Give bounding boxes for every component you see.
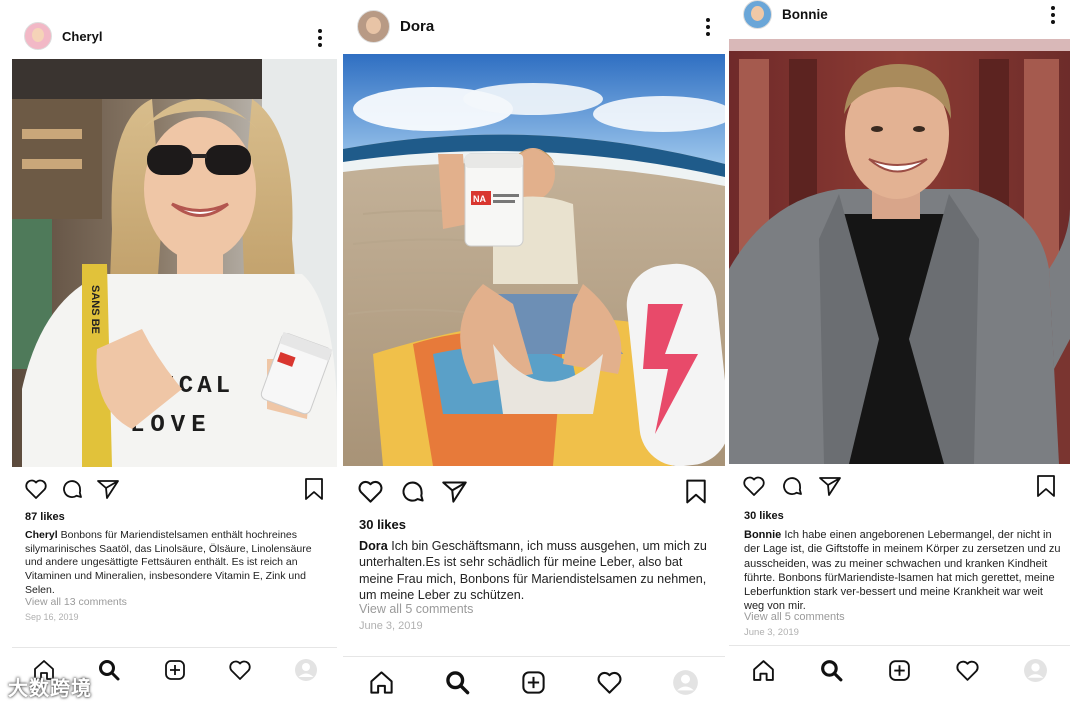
profile-icon[interactable] [672,669,699,696]
view-comments-link[interactable]: View all 5 comments [359,602,473,616]
share-icon[interactable] [818,474,842,498]
view-comments-link[interactable]: View all 13 comments [25,596,127,608]
post-actions [12,477,337,503]
likes-count[interactable]: 30 likes [744,510,784,522]
bookmark-icon[interactable] [684,478,708,505]
heart-icon[interactable] [228,658,252,682]
bottom-tab-bar [343,656,725,704]
username[interactable]: Dora [400,18,434,35]
heart-icon[interactable] [596,669,623,696]
like-icon[interactable] [742,474,766,498]
post-card-bonnie: Bonnie 30 likes Bonnie Ich habe einen an… [729,0,1070,704]
post-caption: Cheryl Bonbons für Mariendistelsamen ent… [25,529,330,597]
home-icon[interactable] [751,658,776,683]
profile-icon[interactable] [294,658,318,682]
strap-text: SANS BE [89,285,101,334]
username[interactable]: Cheryl [62,29,102,44]
caption-text: Bonbons für Mariendistelsamen enthält ho… [25,529,312,596]
like-icon[interactable] [357,478,384,505]
post-photo: NA [343,54,725,466]
post-date: June 3, 2019 [359,620,423,632]
post-actions [729,474,1070,500]
post-card-dora: Dora NA 30 likes Dora Ich bin Geschäftsm… [343,0,725,704]
username[interactable]: Bonnie [782,7,828,22]
post-actions [343,478,725,504]
search-icon[interactable] [97,658,121,682]
comment-icon[interactable] [780,474,804,498]
caption-text: Ich bin Geschäftsmann, ich muss ausgehen… [359,539,707,603]
heart-icon[interactable] [955,658,980,683]
caption-username[interactable]: Dora [359,539,388,553]
share-icon[interactable] [441,478,468,505]
post-caption: Dora Ich bin Geschäftsmann, ich muss aus… [359,538,719,603]
bottom-tab-bar [729,645,1070,704]
post-date: Sep 16, 2019 [25,612,79,622]
post-header: Cheryl [12,20,337,52]
more-icon[interactable] [317,29,323,47]
home-icon[interactable] [368,669,395,696]
caption-username[interactable]: Bonnie [744,529,781,541]
post-card-cheryl: Cheryl SANS BE TICAL LOVE 87 likes Chery… [12,0,337,704]
jar-label: NA [473,194,486,204]
post-photo [729,39,1070,464]
caption-username[interactable]: Cheryl [25,529,58,541]
likes-count[interactable]: 87 likes [25,511,65,523]
search-icon[interactable] [819,658,844,683]
comment-icon[interactable] [399,478,426,505]
comment-icon[interactable] [60,477,84,501]
watermark-text: 大数跨境 [8,678,92,700]
view-comments-link[interactable]: View all 5 comments [744,611,845,623]
like-icon[interactable] [24,477,48,501]
post-date: June 3, 2019 [744,627,799,638]
search-icon[interactable] [444,669,471,696]
post-header: Bonnie [729,0,1070,29]
avatar[interactable] [743,0,772,29]
add-icon[interactable] [163,658,187,682]
add-icon[interactable] [520,669,547,696]
more-icon[interactable] [705,18,711,36]
profile-icon[interactable] [1023,658,1048,683]
add-icon[interactable] [887,658,912,683]
likes-count[interactable]: 30 likes [359,517,406,532]
avatar[interactable] [24,22,52,50]
caption-text: Ich habe einen angeborenen Lebermangel, … [744,529,1061,613]
share-icon[interactable] [96,477,120,501]
more-icon[interactable] [1050,6,1056,24]
bookmark-icon[interactable] [303,477,325,501]
post-photo: SANS BE TICAL LOVE [12,59,337,467]
bookmark-icon[interactable] [1035,474,1057,498]
avatar[interactable] [357,9,390,43]
post-caption: Bonnie Ich habe einen angeborenen Leberm… [744,528,1064,614]
post-header: Dora [343,8,725,44]
